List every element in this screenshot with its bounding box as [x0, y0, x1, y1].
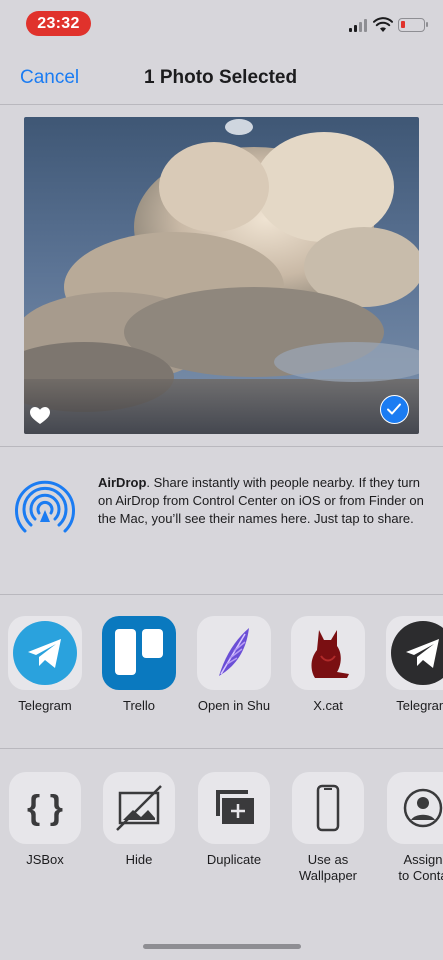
braces-icon: { }	[9, 772, 81, 844]
cloud-photo-image	[24, 117, 419, 434]
wifi-icon	[373, 17, 393, 32]
svg-text:{ }: { }	[27, 789, 63, 827]
app-open-in-shu[interactable]: Open in Shu	[189, 616, 279, 713]
action-hide[interactable]: Hide	[89, 772, 189, 868]
action-duplicate[interactable]: Duplicate	[184, 772, 284, 868]
trello-icon	[102, 616, 176, 690]
app-label: Open in Shu	[197, 698, 271, 713]
selected-checkmark-icon[interactable]	[380, 395, 409, 424]
app-label: Telegram	[396, 698, 443, 713]
telegram-icon	[8, 616, 82, 690]
shu-feather-icon	[197, 616, 271, 690]
cancel-button[interactable]: Cancel	[20, 67, 79, 89]
xcat-icon	[291, 616, 365, 690]
cellular-signal-icon	[349, 18, 369, 32]
duplicate-icon	[198, 772, 270, 844]
divider	[0, 594, 443, 595]
share-apps-row: Telegram Trello Open in Shu X.cat Telegr…	[0, 616, 443, 716]
app-telegram-x[interactable]: Telegram	[378, 616, 443, 713]
page-title: 1 Photo Selected	[144, 67, 298, 88]
app-label: Trello	[122, 698, 156, 713]
status-time[interactable]: 23:32	[26, 11, 91, 36]
airdrop-body: . Share instantly with people nearby. If…	[98, 475, 424, 526]
app-telegram[interactable]: Telegram	[0, 616, 90, 713]
app-trello[interactable]: Trello	[94, 616, 184, 713]
app-xcat[interactable]: X.cat	[283, 616, 373, 713]
app-label: Telegram	[18, 698, 72, 713]
divider	[0, 446, 443, 447]
battery-icon	[398, 18, 428, 32]
divider	[0, 104, 443, 105]
action-label: Hide	[125, 852, 153, 867]
divider	[0, 748, 443, 749]
hide-photo-icon	[103, 772, 175, 844]
home-indicator[interactable]	[143, 944, 301, 949]
action-label: Assign to Conta	[398, 852, 443, 883]
airdrop-description: AirDrop. Share instantly with people nea…	[98, 474, 428, 528]
action-assign-to-contact[interactable]: Assign to Conta	[373, 772, 443, 884]
share-actions-row: { } JSBox Hide Duplicate Use as Wallpape…	[0, 772, 443, 892]
action-label: JSBox	[26, 852, 64, 867]
telegram-x-icon	[386, 616, 443, 690]
share-sheet-header: Cancel 1 Photo Selected	[0, 56, 443, 100]
airdrop-title: AirDrop	[98, 475, 147, 490]
action-label: Duplicate	[206, 852, 262, 867]
favorite-heart-icon[interactable]	[30, 407, 50, 425]
contact-icon	[387, 772, 443, 844]
selected-photo[interactable]	[24, 117, 419, 434]
status-bar: 23:32	[0, 0, 443, 46]
action-use-as-wallpaper[interactable]: Use as Wallpaper	[278, 772, 378, 884]
airdrop-icon[interactable]	[12, 472, 78, 538]
action-label: Use as Wallpaper	[298, 852, 358, 883]
phone-icon	[292, 772, 364, 844]
action-jsbox[interactable]: { } JSBox	[0, 772, 95, 868]
app-label: X.cat	[313, 698, 343, 713]
